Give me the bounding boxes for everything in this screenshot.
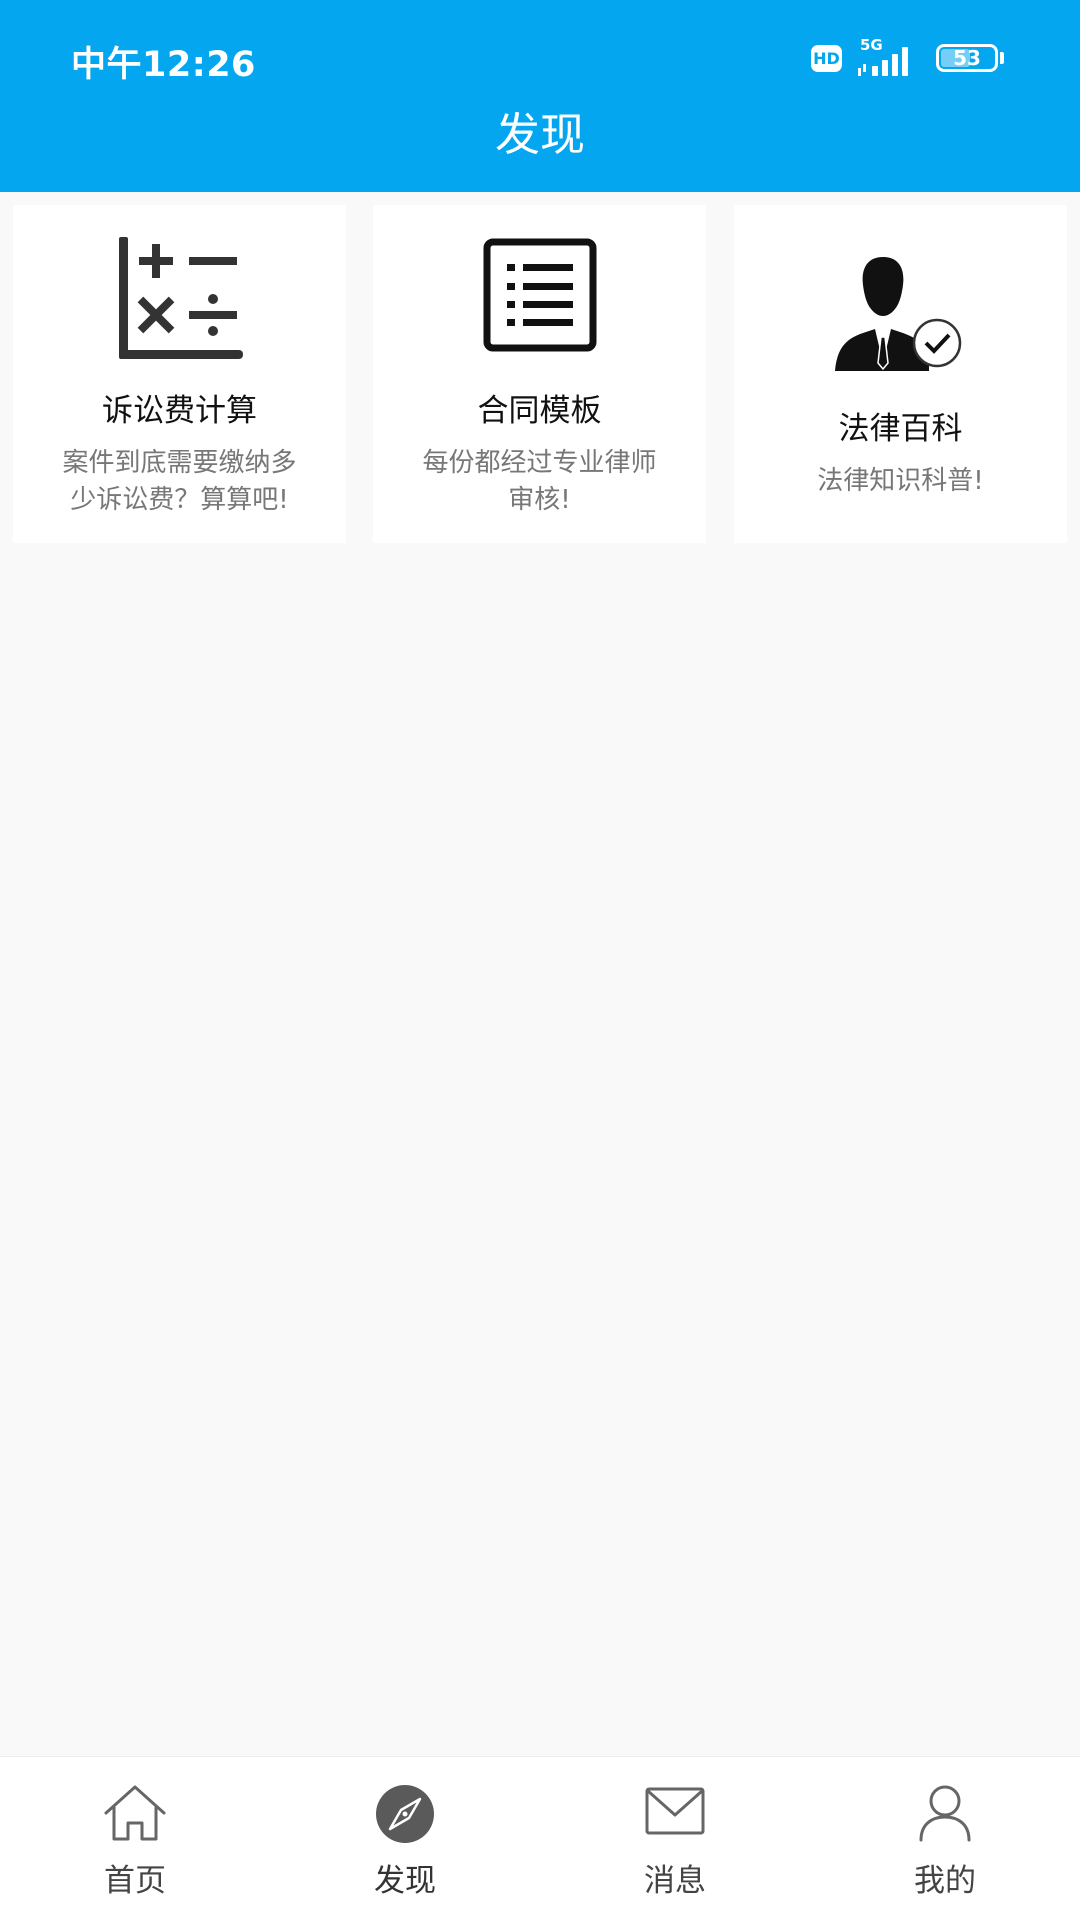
list-document-icon — [373, 238, 706, 352]
tab-label: 首页 — [104, 1863, 166, 1899]
mail-icon — [540, 1783, 810, 1839]
card-contract-template[interactable]: 合同模板 每份都经过专业律师 审核! — [373, 205, 706, 543]
card-litigation-fee[interactable]: 诉讼费计算 案件到底需要缴纳多 少诉讼费？算算吧! — [13, 205, 346, 543]
hd-badge: HD — [811, 44, 842, 72]
card-description: 案件到底需要缴纳多 少诉讼费？算算吧! — [33, 445, 326, 519]
bottom-tab-bar: 首页 发现 消息 我的 — [0, 1756, 1080, 1921]
card-description: 每份都经过专业律师 审核! — [393, 445, 686, 519]
card-description: 法律知识科普! — [754, 463, 1047, 500]
tab-discover[interactable]: 发现 — [270, 1757, 540, 1921]
feature-cards: 诉讼费计算 案件到底需要缴纳多 少诉讼费？算算吧! 合同模板 每份都经过专业律师… — [13, 205, 1067, 543]
tab-label: 我的 — [914, 1863, 976, 1899]
page-title: 发现 — [494, 108, 585, 161]
card-desc-line: 案件到底需要缴纳多 — [62, 448, 297, 478]
battery-tip — [1000, 52, 1004, 64]
signal-icon: 5G — [856, 36, 922, 78]
card-legal-encyclopedia[interactable]: 法律百科 法律知识科普! — [734, 205, 1067, 543]
lawyer-verified-icon — [734, 253, 1067, 373]
app-header: 中午12:26 HD 5G 53 发现 — [0, 0, 1080, 192]
status-indicators: HD 5G 53 — [811, 36, 1004, 78]
card-title: 诉讼费计算 — [102, 393, 257, 429]
card-title: 合同模板 — [477, 393, 602, 429]
calculator-icon — [13, 233, 346, 363]
status-time: 中午12:26 — [71, 45, 256, 85]
tab-profile[interactable]: 我的 — [810, 1757, 1080, 1921]
battery-level: 53 — [953, 46, 981, 70]
tab-label: 发现 — [374, 1863, 436, 1899]
card-desc-line: 法律知识科普! — [817, 466, 984, 496]
battery-icon: 53 — [936, 44, 998, 72]
card-desc-line: 少诉讼费？算算吧! — [70, 485, 289, 515]
tab-home[interactable]: 首页 — [0, 1757, 270, 1921]
tab-messages[interactable]: 消息 — [540, 1757, 810, 1921]
tab-label: 消息 — [644, 1863, 706, 1899]
card-desc-line: 审核! — [508, 485, 571, 515]
card-desc-line: 每份都经过专业律师 — [422, 448, 657, 478]
user-icon — [810, 1783, 1080, 1843]
card-title: 法律百科 — [838, 411, 963, 447]
compass-icon — [270, 1783, 540, 1845]
home-icon — [0, 1783, 270, 1843]
